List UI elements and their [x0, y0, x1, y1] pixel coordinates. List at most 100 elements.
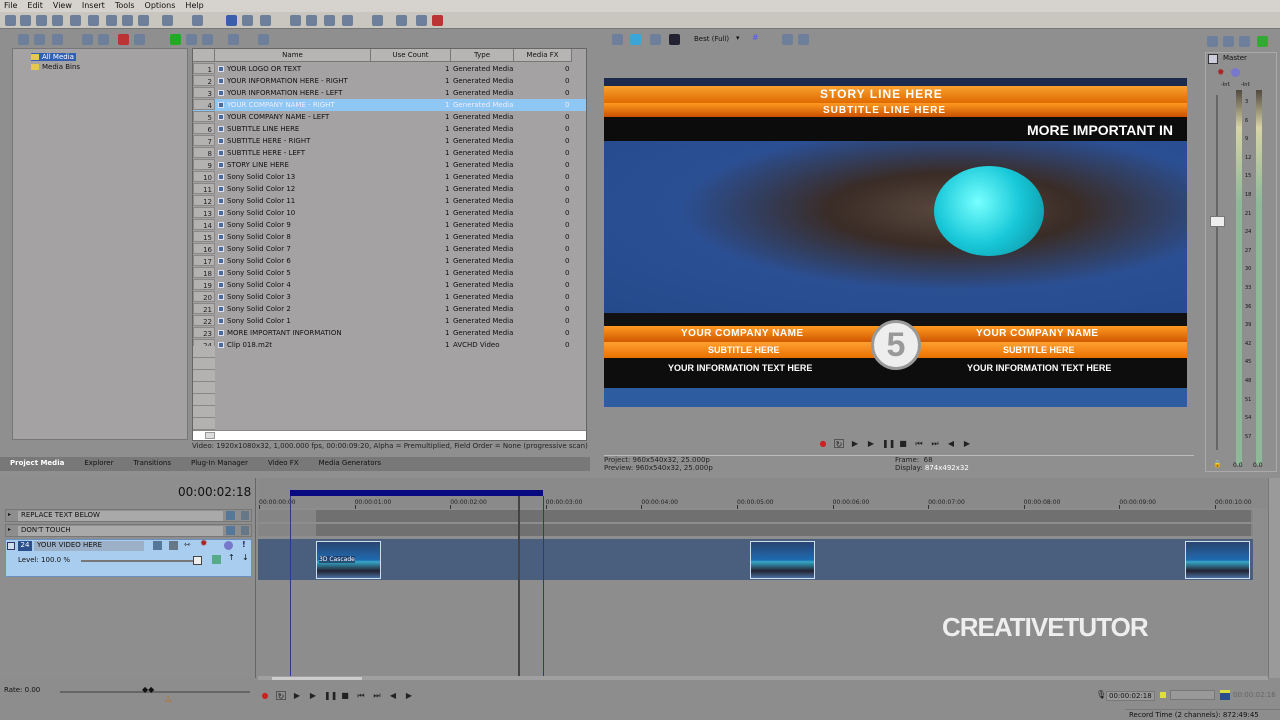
play-icon[interactable]: [170, 34, 181, 45]
scrollbar-thumb[interactable]: [205, 432, 215, 439]
menu-insert[interactable]: Insert: [78, 0, 111, 12]
properties-icon[interactable]: [70, 15, 81, 26]
stop-icon[interactable]: [186, 34, 197, 45]
previous-frame-icon[interactable]: ◀: [946, 439, 956, 448]
paste-icon[interactable]: [138, 15, 149, 26]
compositing-icon[interactable]: [169, 541, 178, 550]
column-header-use-count[interactable]: Use Count: [371, 49, 451, 62]
table-row[interactable]: 8 SUBTITLE HERE - LEFT 1 Generated Media 0: [193, 147, 586, 159]
mixer-properties-icon[interactable]: [1207, 36, 1218, 47]
table-row[interactable]: 10 Sony Solid Color 13 1 Generated Media 0: [193, 171, 586, 183]
capture-video-icon[interactable]: [34, 34, 45, 45]
track-motion-icon[interactable]: [226, 526, 235, 535]
column-header-media-fx[interactable]: Media FX: [514, 49, 572, 62]
menu-help[interactable]: Help: [181, 0, 209, 12]
solo-icon[interactable]: !: [242, 540, 246, 549]
record-icon[interactable]: ●: [818, 439, 828, 448]
cut-icon[interactable]: [106, 15, 117, 26]
table-row[interactable]: 17 Sony Solid Color 6 1 Generated Media 0: [193, 255, 586, 267]
mute-icon[interactable]: [224, 541, 233, 550]
table-row[interactable]: 5 YOUR COMPANY NAME - LEFT 1 Generated Medi…: [193, 111, 586, 123]
column-header-name[interactable]: Name: [215, 49, 371, 62]
go-to-start-icon[interactable]: ⏮: [914, 439, 924, 448]
burn-disc-icon[interactable]: [82, 34, 93, 45]
help-icon[interactable]: [396, 15, 407, 26]
play-icon[interactable]: ▶: [308, 691, 318, 700]
expand-keyframes-icon[interactable]: ⇿: [184, 540, 191, 549]
table-row[interactable]: 22 Sony Solid Color 1 1 Generated Media 0: [193, 315, 586, 327]
dont-touch-track-events[interactable]: [316, 524, 1251, 536]
new-icon[interactable]: [5, 15, 16, 26]
table-row[interactable]: 13 Sony Solid Color 10 1 Generated Media 0: [193, 207, 586, 219]
remove-unused-icon[interactable]: [134, 34, 145, 45]
rate-slider-thumb[interactable]: ◆◆: [142, 685, 154, 694]
table-row[interactable]: 19 Sony Solid Color 4 1 Generated Media 0: [193, 279, 586, 291]
table-row[interactable]: 16 Sony Solid Color 7 1 Generated Media 0: [193, 243, 586, 255]
vertical-scrollbar[interactable]: [1268, 478, 1280, 678]
level-slider-thumb[interactable]: [193, 556, 202, 565]
minimize-track-icon[interactable]: [7, 542, 15, 550]
dim-output-icon[interactable]: [1239, 36, 1250, 47]
loop-region[interactable]: [290, 490, 543, 496]
video-clip[interactable]: [1185, 541, 1250, 579]
undo-icon[interactable]: [162, 15, 173, 26]
media-icon[interactable]: [432, 15, 443, 26]
project-properties-icon[interactable]: [612, 34, 623, 45]
envelope-tool-icon[interactable]: [242, 15, 253, 26]
make-child-icon[interactable]: ↓: [242, 553, 249, 562]
track-replace-text[interactable]: ▸ REPLACE TEXT BELOW: [5, 509, 252, 522]
table-row[interactable]: 7 SUBTITLE HERE - RIGHT 1 Generated Media 0: [193, 135, 586, 147]
previous-frame-icon[interactable]: ◀: [388, 691, 398, 700]
master-fader[interactable]: [1210, 216, 1225, 227]
tab-media-generators[interactable]: Media Generators: [309, 457, 391, 471]
table-row[interactable]: 15 Sony Solid Color 8 1 Generated Media 0: [193, 231, 586, 243]
ignore-grouping-icon[interactable]: [342, 15, 353, 26]
pause-icon[interactable]: ❚❚: [324, 691, 337, 700]
table-row[interactable]: 11 Sony Solid Color 12 1 Generated Media 0: [193, 183, 586, 195]
search-icon[interactable]: [258, 34, 269, 45]
redo-icon[interactable]: [192, 15, 203, 26]
go-to-end-icon[interactable]: ⏭: [930, 439, 940, 448]
normal-edit-tool-icon[interactable]: [226, 15, 237, 26]
tab-explorer[interactable]: Explorer: [74, 457, 123, 471]
play-icon[interactable]: ▶: [866, 439, 876, 448]
mute-icon[interactable]: [1231, 68, 1240, 77]
selection-length[interactable]: 00:00:02:16: [1233, 691, 1276, 699]
text-track-events[interactable]: [316, 510, 1251, 522]
next-frame-icon[interactable]: ▶: [404, 691, 414, 700]
remove-icon[interactable]: [118, 34, 129, 45]
whats-this-icon[interactable]: [416, 15, 427, 26]
auto-preview-icon[interactable]: [202, 34, 213, 45]
copy-icon[interactable]: [122, 15, 133, 26]
video-fx-icon[interactable]: [650, 34, 661, 45]
table-row[interactable]: 4 YOUR COMPANY NAME - RIGHT 1 Generated Med…: [193, 99, 586, 111]
track-name[interactable]: REPLACE TEXT BELOW: [18, 511, 223, 521]
track-fx-icon[interactable]: [241, 526, 249, 535]
fx-gear-icon[interactable]: ✹: [1217, 68, 1225, 78]
column-header-type[interactable]: Type: [451, 49, 514, 62]
menu-tools[interactable]: Tools: [111, 0, 141, 12]
table-row[interactable]: 14 Sony Solid Color 9 1 Generated Media 0: [193, 219, 586, 231]
save-as-icon[interactable]: [52, 15, 63, 26]
selection-start-field[interactable]: [1170, 690, 1215, 700]
views-icon[interactable]: [228, 34, 239, 45]
go-to-end-icon[interactable]: ⏭: [372, 691, 382, 700]
split-screen-icon[interactable]: [669, 34, 680, 45]
import-media-icon[interactable]: [18, 34, 29, 45]
track-motion-icon[interactable]: [226, 511, 235, 520]
video-clip[interactable]: [750, 541, 815, 579]
insert-bus-icon[interactable]: [1257, 36, 1268, 47]
table-row[interactable]: 12 Sony Solid Color 11 1 Generated Media 0: [193, 195, 586, 207]
table-row[interactable]: 18 Sony Solid Color 5 1 Generated Media 0: [193, 267, 586, 279]
play-from-start-icon[interactable]: ▶: [292, 691, 302, 700]
lock-icon[interactable]: 🔒: [1213, 460, 1222, 468]
render-icon[interactable]: [88, 15, 99, 26]
tab-transitions[interactable]: Transitions: [123, 457, 181, 471]
media-fx-icon[interactable]: [98, 34, 109, 45]
tree-item-all-media[interactable]: All Media: [31, 53, 76, 61]
horizontal-scrollbar[interactable]: [193, 430, 586, 440]
cursor-time[interactable]: 00:00:02:18: [1106, 691, 1155, 701]
table-row[interactable]: 9 STORY LINE HERE 1 Generated Media 0: [193, 159, 586, 171]
track-your-video[interactable]: 24 YOUR VIDEO HERE ⇿ ✹ ! Level: 100.0 % …: [5, 539, 252, 577]
track-motion-icon[interactable]: [153, 541, 162, 550]
